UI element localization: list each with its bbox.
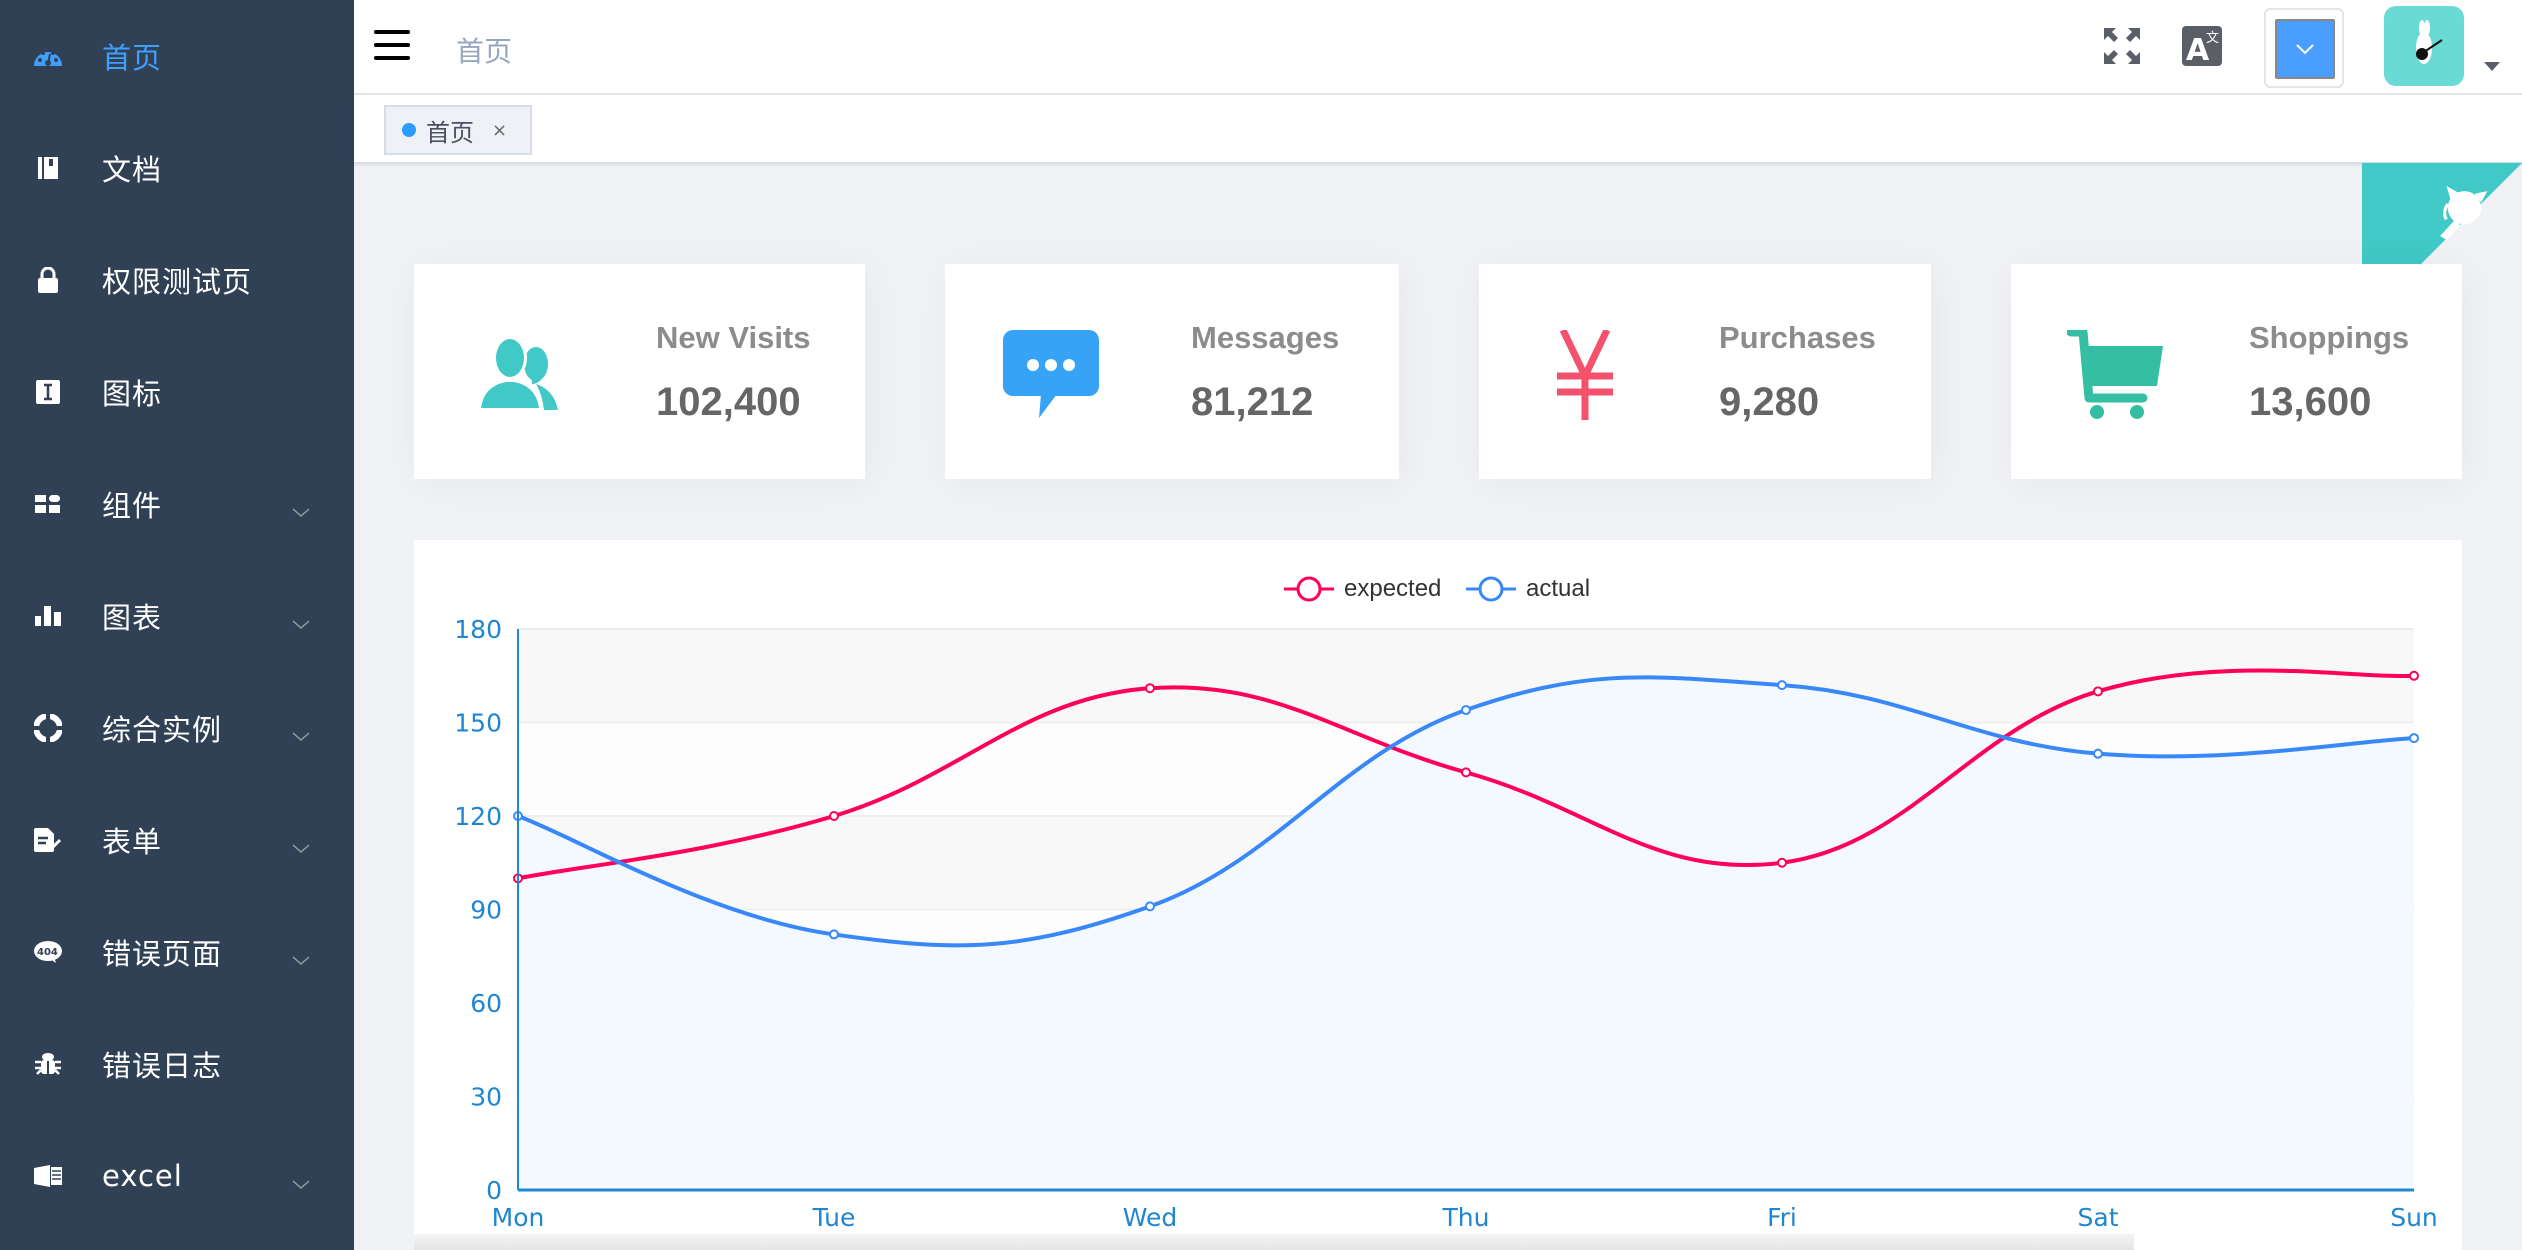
legend-expected-marker: [1284, 576, 1334, 602]
chevron-down-icon: [292, 492, 310, 517]
fullscreen-icon[interactable]: [2102, 26, 2142, 66]
sidebar-item-label: 图标: [102, 377, 163, 411]
panel-shoppings[interactable]: Shoppings 13,600: [2011, 264, 2462, 479]
svg-text:文: 文: [2206, 31, 2219, 46]
legend-actual[interactable]: actual: [1466, 574, 1590, 604]
language-icon[interactable]: A 文: [2182, 26, 2222, 66]
dashboard-icon: [34, 42, 62, 70]
sidebar-item-label: 错误页面: [102, 937, 223, 971]
avatar[interactable]: [2384, 6, 2464, 86]
sidebar-item-9[interactable]: 错误日志: [0, 1008, 354, 1120]
sidebar-item-7[interactable]: 表单: [0, 784, 354, 896]
chevron-down-icon: [292, 1164, 310, 1189]
lock-icon: [34, 266, 62, 294]
form-icon: [34, 826, 62, 854]
404-icon: 404: [34, 938, 62, 966]
message-icon: [1001, 330, 1101, 420]
bug-icon: [34, 1050, 62, 1078]
panel-value: 102,400: [656, 380, 801, 424]
shopping-icon: [2066, 327, 2167, 420]
navbar: 首页 A 文: [354, 0, 2522, 95]
panel-title: Messages: [1191, 320, 1340, 355]
panel-messages[interactable]: Messages 81,212: [945, 264, 1399, 479]
sidebar-item-label: 图表: [102, 601, 163, 635]
card-drag-shadow: [414, 1234, 2134, 1250]
panel-new-visits[interactable]: New Visits 102,400: [414, 264, 865, 479]
tags-view: 首页 ×: [354, 95, 2522, 163]
sidebar-item-10[interactable]: excel: [0, 1120, 354, 1232]
chevron-down-icon: [292, 940, 310, 965]
sidebar-item-3[interactable]: 图标: [0, 336, 354, 448]
chevron-down-icon: [292, 828, 310, 853]
size-select-button[interactable]: [2264, 8, 2344, 88]
active-dot-icon: [402, 123, 416, 137]
chevron-down-icon: [292, 716, 310, 741]
panel-title: New Visits: [656, 320, 811, 355]
sidebar-item-label: 表单: [102, 825, 163, 859]
tag-home[interactable]: 首页 ×: [384, 105, 532, 155]
example-icon: [34, 714, 62, 742]
panel-title: Purchases: [1719, 320, 1876, 355]
sidebar-item-4[interactable]: 组件: [0, 448, 354, 560]
breadcrumb[interactable]: 首页: [456, 30, 512, 70]
chart-icon: [34, 602, 62, 630]
component-icon: [34, 490, 62, 518]
panel-value: 9,280: [1719, 380, 1820, 424]
legend-expected[interactable]: expected: [1284, 574, 1441, 604]
excel-icon: [34, 1162, 62, 1190]
hamburger-icon[interactable]: [374, 30, 410, 62]
documentation-icon: [34, 154, 62, 182]
sidebar-item-1[interactable]: 文档: [0, 112, 354, 224]
legend-expected-label: expected: [1344, 575, 1442, 602]
panel-purchases[interactable]: Purchases 9,280: [1479, 264, 1931, 479]
sidebar-item-2[interactable]: 权限测试页: [0, 224, 354, 336]
sidebar-item-label: 组件: [102, 489, 163, 523]
sidebar-item-label: 错误日志: [102, 1049, 223, 1083]
sidebar-item-label: 文档: [102, 153, 163, 187]
sidebar-item-0[interactable]: 首页: [0, 0, 354, 112]
panel-value: 81,212: [1191, 380, 1314, 424]
svg-text:404: 404: [37, 947, 58, 958]
sidebar-item-label: 权限测试页: [102, 265, 253, 299]
chevron-down-icon: [2296, 44, 2314, 55]
sidebar-item-8[interactable]: 404 错误页面: [0, 896, 354, 1008]
sidebar-item-5[interactable]: 图表: [0, 560, 354, 672]
icon-icon: [34, 378, 62, 406]
panel-value: 13,600: [2249, 380, 2372, 424]
chevron-down-icon: [292, 604, 310, 629]
sidebar-item-label: 综合实例: [102, 713, 223, 747]
sidebar-item-6[interactable]: 综合实例: [0, 672, 354, 784]
sidebar-item-label: excel: [102, 1159, 183, 1193]
line-chart-card: [414, 540, 2462, 1250]
close-icon[interactable]: ×: [492, 120, 507, 141]
caret-down-icon[interactable]: [2484, 60, 2500, 72]
money-icon: [1535, 328, 1635, 420]
tag-label: 首页: [426, 118, 474, 147]
panel-title: Shoppings: [2249, 320, 2410, 355]
legend-actual-marker: [1466, 576, 1516, 602]
sidebar: 首页文档权限测试页图标组件图表综合实例表单 404 错误页面错误日志 excel: [0, 0, 354, 1250]
legend-actual-label: actual: [1526, 575, 1591, 602]
peoples-icon: [470, 330, 570, 420]
sidebar-item-label: 首页: [102, 41, 163, 75]
